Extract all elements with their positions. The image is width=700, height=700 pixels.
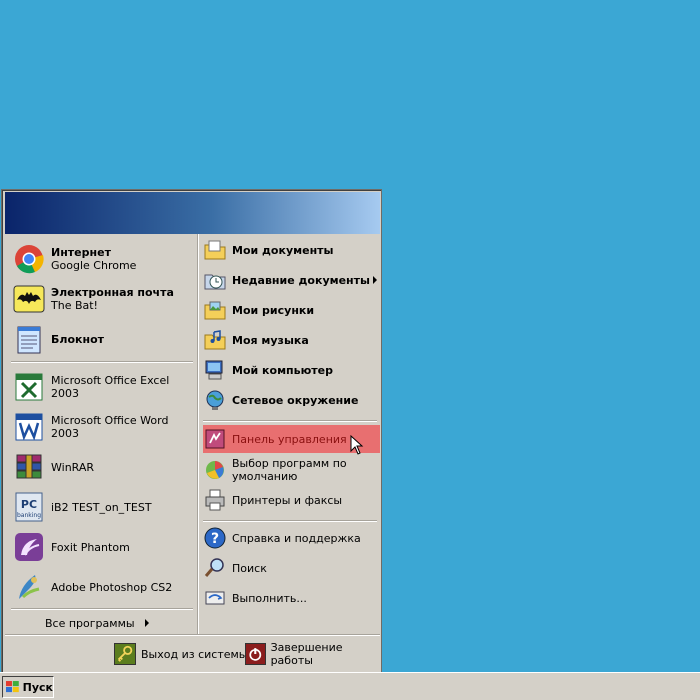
run-icon [205, 591, 225, 605]
pinned-notepad-title: Блокнот [51, 332, 104, 346]
bat-mail-icon [13, 285, 45, 313]
pinned-email-title: Электронная почта [51, 286, 174, 299]
taskbar: Пуск [0, 672, 700, 700]
word-icon [15, 413, 43, 441]
place-my-documents-label: Мои документы [232, 243, 334, 257]
pinned-internet[interactable]: Интернет Google Chrome [13, 240, 195, 278]
mouse-cursor-icon [350, 435, 364, 455]
place-my-computer-label: Мой компьютер [232, 363, 334, 377]
recent-excel-label: Microsoft Office Excel 2003 [51, 374, 170, 400]
my-pictures-icon [204, 301, 226, 320]
recent-photoshop[interactable]: Adobe Photoshop CS2 [13, 568, 195, 606]
right-separator-1 [203, 420, 377, 422]
all-programs-label: Все программы [45, 616, 135, 630]
my-documents-icon [204, 240, 226, 260]
control-panel-icon [205, 429, 225, 449]
system-default-programs-label-2: умолчанию [232, 470, 298, 483]
all-programs-button[interactable]: Все программы [45, 616, 155, 630]
pinned-notepad[interactable]: Блокнот [13, 320, 195, 358]
pinned-email-subtitle: The Bat! [51, 299, 98, 312]
system-control-panel-label: Панель управления [232, 432, 347, 446]
recent-photoshop-label: Adobe Photoshop CS2 [51, 580, 173, 594]
winrar-icon [16, 454, 42, 479]
help-search[interactable]: Поиск [203, 554, 379, 582]
help-support[interactable]: ? Справка и поддержка [203, 524, 379, 552]
power-icon [245, 643, 266, 665]
start-menu-header [5, 192, 380, 234]
pc-banking-icon: PC banking [15, 492, 43, 522]
place-my-computer[interactable]: Мой компьютер [203, 356, 379, 384]
submenu-arrow-icon [373, 276, 377, 284]
right-separator-2 [203, 520, 377, 522]
recent-ib2-label: iB2 TEST_on_TEST [51, 500, 152, 514]
svg-text:banking: banking [17, 512, 41, 519]
left-separator-2 [11, 608, 193, 610]
system-default-programs-label-1: Выбор программ по [232, 457, 347, 470]
system-printers-label: Принтеры и факсы [232, 493, 343, 507]
svg-text:PC: PC [21, 498, 37, 511]
start-button-label: Пуск [22, 680, 53, 694]
place-recent-documents[interactable]: Недавние документы [203, 266, 379, 294]
help-run-label: Выполнить... [232, 591, 307, 605]
chevron-right-icon [144, 619, 149, 627]
network-icon [206, 390, 224, 410]
shutdown-button[interactable]: Завершение работы [245, 641, 380, 667]
help-run[interactable]: Выполнить... [203, 584, 379, 612]
pinned-internet-subtitle: Google Chrome [51, 259, 137, 272]
printer-icon [205, 489, 225, 511]
system-printers[interactable]: Принтеры и факсы [203, 486, 379, 514]
help-icon: ? [204, 527, 226, 549]
start-menu-right-column: Мои документы Недавние документы Мои рис… [199, 234, 380, 634]
logoff-label: Выход из системы [141, 647, 248, 661]
recent-documents-icon [204, 274, 226, 290]
help-support-label: Справка и поддержка [232, 531, 361, 545]
my-computer-icon [205, 360, 223, 380]
place-my-music-label: Моя музыка [232, 333, 309, 347]
chrome-icon [15, 245, 44, 274]
pinned-email[interactable]: Электронная почта The Bat! [13, 280, 195, 318]
recent-winrar[interactable]: WinRAR [13, 448, 195, 486]
place-network-label: Сетевое окружение [232, 393, 359, 407]
pinned-internet-title: Интернет [51, 246, 111, 259]
start-menu-left-column: Интернет Google Chrome Электронная почта… [5, 234, 197, 634]
recent-word-label: Microsoft Office Word 2003 [51, 414, 169, 440]
place-recent-documents-label: Недавние документы [232, 273, 370, 287]
notepad-icon [17, 326, 41, 354]
system-default-programs[interactable]: Выбор программ по умолчанию [203, 454, 379, 486]
recent-foxit-label: Foxit Phantom [51, 540, 130, 554]
photoshop-icon [19, 575, 40, 599]
start-menu-footer: Выход из системы Завершение работы [5, 636, 380, 672]
recent-winrar-label: WinRAR [51, 460, 95, 474]
start-button[interactable]: Пуск [2, 676, 54, 698]
foxit-icon [15, 533, 43, 561]
place-network[interactable]: Сетевое окружение [203, 386, 379, 414]
default-programs-icon [206, 461, 224, 479]
place-my-documents[interactable]: Мои документы [203, 236, 379, 264]
place-my-pictures[interactable]: Мои рисунки [203, 296, 379, 324]
svg-text:?: ? [211, 531, 219, 547]
logoff-button[interactable]: Выход из системы [114, 642, 247, 666]
recent-ib2[interactable]: PC banking iB2 TEST_on_TEST [13, 488, 195, 526]
help-search-label: Поиск [232, 561, 267, 575]
search-icon [204, 558, 224, 577]
recent-word[interactable]: Microsoft Office Word 2003 [13, 408, 195, 446]
start-menu: Интернет Google Chrome Электронная почта… [1, 189, 382, 674]
shutdown-label: Завершение работы [270, 641, 343, 667]
start-menu-body: Интернет Google Chrome Электронная почта… [5, 234, 380, 634]
place-my-music[interactable]: Моя музыка [203, 326, 379, 354]
windows-flag-icon [6, 681, 19, 693]
key-icon [114, 643, 136, 665]
excel-icon [15, 373, 43, 401]
recent-excel[interactable]: Microsoft Office Excel 2003 [13, 368, 195, 406]
my-music-icon [204, 330, 226, 350]
left-separator-1 [11, 361, 193, 363]
recent-foxit[interactable]: Foxit Phantom [13, 528, 195, 566]
place-my-pictures-label: Мои рисунки [232, 303, 315, 317]
